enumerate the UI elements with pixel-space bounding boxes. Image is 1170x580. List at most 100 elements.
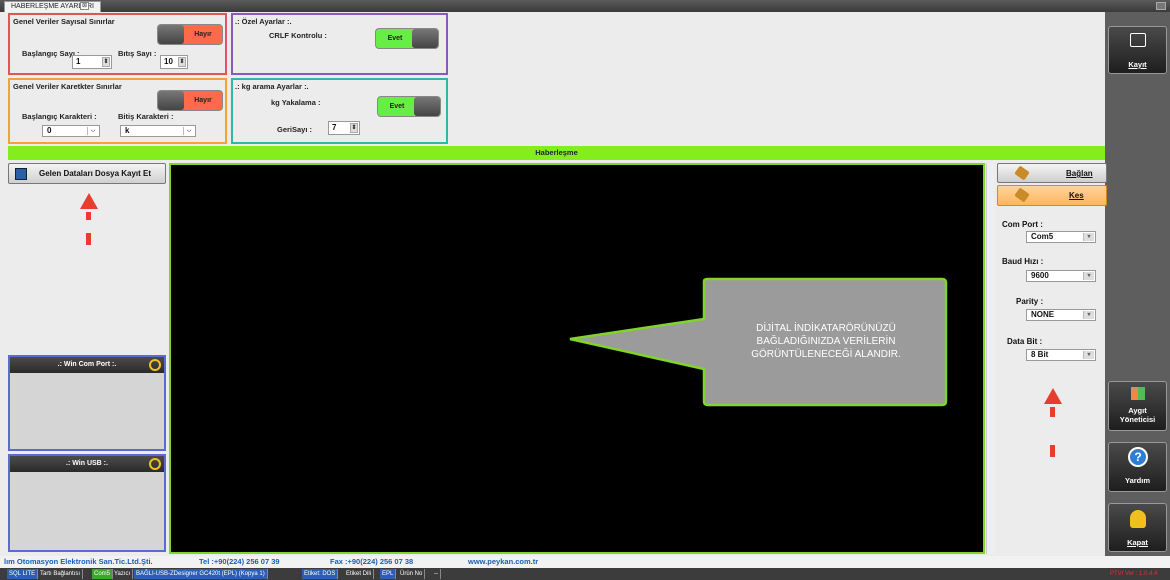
crlf-toggle[interactable]: Evet bbox=[375, 28, 439, 49]
data-bit-value: 8 Bit bbox=[1031, 350, 1049, 359]
start-number-spinner[interactable]: 1 ⇕ bbox=[72, 55, 112, 69]
status-bar: SQL LITE Tartı Bağlantısı Com5 Yazıcı BA… bbox=[0, 568, 1170, 580]
start-char-value: 0 bbox=[47, 126, 52, 135]
chevron-down-icon[interactable]: ⌵ bbox=[183, 127, 194, 135]
status-sql-lite: SQL LITE bbox=[7, 569, 39, 579]
win-usb-title: .: Win USB :. bbox=[10, 456, 164, 472]
communication-header: Haberleşme bbox=[8, 146, 1105, 160]
plug-icon bbox=[1014, 165, 1030, 181]
baud-rate-value: 9600 bbox=[1031, 271, 1049, 280]
data-bit-label: Data Bit : bbox=[1007, 337, 1043, 346]
device-manager-button[interactable]: Aygıt Yöneticisi bbox=[1108, 381, 1167, 431]
toggle-label: Hayır bbox=[194, 31, 212, 38]
connect-label: Bağlan bbox=[1066, 169, 1093, 178]
parity-select[interactable]: NONE ▾ bbox=[1026, 309, 1096, 321]
win-usb-panel: .: Win USB :. bbox=[8, 454, 166, 552]
status-com-port: Com5 bbox=[92, 569, 114, 579]
char-limits-title: Genel Veriler Karetkter Sınırlar bbox=[13, 82, 122, 91]
connect-button[interactable]: Bağlan bbox=[997, 163, 1107, 183]
kg-settings-title: .: kg arama Ayarlar :. bbox=[235, 82, 309, 91]
countdown-label: GeriSayı : bbox=[277, 125, 313, 134]
website-link[interactable]: www.peykan.com.tr bbox=[468, 556, 538, 568]
com-port-label: Com Port : bbox=[1002, 220, 1043, 229]
disconnect-button[interactable]: Kes bbox=[997, 185, 1107, 206]
toggle-label: Hayır bbox=[194, 97, 212, 104]
char-limits-group: Genel Veriler Karetkter Sınırlar Hayır B… bbox=[8, 78, 227, 144]
windows-logo-icon bbox=[1131, 387, 1145, 400]
toggle-knob bbox=[158, 91, 184, 110]
kg-capture-toggle[interactable]: Evet bbox=[377, 96, 441, 117]
close-label: Kapat bbox=[1127, 538, 1148, 547]
title-bar bbox=[0, 0, 1170, 12]
win-usb-label: .: Win USB :. bbox=[66, 460, 108, 467]
start-char-select[interactable]: 0 ⌵ bbox=[42, 125, 100, 137]
spinner-arrows-icon[interactable]: ⇕ bbox=[350, 123, 358, 133]
status-label-dos: Etiket: DOS bbox=[302, 569, 339, 579]
close-button[interactable]: Kapat bbox=[1108, 503, 1167, 552]
parity-label: Parity : bbox=[1016, 297, 1044, 306]
save-icon bbox=[1130, 33, 1146, 47]
spinner-arrows-icon[interactable]: ⇕ bbox=[102, 57, 110, 67]
special-settings-title: .: Özel Ayarlar :. bbox=[235, 17, 292, 26]
numeric-limits-group: Genel Veriler Sayısal Sınırlar Hayır Baş… bbox=[8, 13, 227, 75]
special-settings-group: .: Özel Ayarlar :. CRLF Kontrolu : Evet bbox=[231, 13, 448, 75]
chevron-down-icon[interactable]: ▾ bbox=[1083, 351, 1094, 359]
start-char-label: Başlangıç Karakteri : bbox=[22, 112, 97, 121]
save-incoming-data-label: Gelen Dataları Dosya Kayıt Et bbox=[39, 169, 152, 178]
com-port-value: Com5 bbox=[1031, 232, 1054, 241]
arrow-up-icon bbox=[1044, 388, 1062, 404]
spinner-arrows-icon[interactable]: ⇕ bbox=[178, 57, 186, 67]
status-printer: Yazıcı bbox=[112, 569, 134, 579]
save-sidebar-button[interactable]: Kayıt bbox=[1108, 26, 1167, 74]
baud-rate-label: Baud Hızı : bbox=[1002, 257, 1044, 266]
char-limits-toggle[interactable]: Hayır bbox=[157, 90, 223, 111]
save-sidebar-label: Kayıt bbox=[1128, 60, 1147, 69]
arrow-stem bbox=[86, 212, 91, 220]
com-port-select[interactable]: Com5 ▾ bbox=[1026, 231, 1096, 243]
tab-close-icon[interactable]: ⊠ bbox=[80, 2, 89, 10]
company-name: lım Otomasyon Elektronik San.Tic.Ltd.Şti… bbox=[4, 557, 153, 566]
status-printer-name: BAĞLI-USB-ZDesigner GC420t (EPL) (Kopya … bbox=[134, 569, 268, 579]
numeric-limits-title: Genel Veriler Sayısal Sınırlar bbox=[13, 17, 115, 26]
end-number-value: 10 bbox=[164, 57, 173, 66]
toggle-label: Evet bbox=[389, 103, 405, 110]
refresh-icon[interactable] bbox=[149, 458, 161, 470]
help-button[interactable]: ? Yardım bbox=[1108, 442, 1167, 492]
data-bit-select[interactable]: 8 Bit ▾ bbox=[1026, 349, 1096, 361]
kg-settings-group: .: kg arama Ayarlar :. kg Yakalama : Eve… bbox=[231, 78, 448, 144]
status-product-no: Ürün No bbox=[398, 569, 426, 579]
phone-number: Tel :+90(224) 256 07 39 bbox=[199, 557, 280, 566]
refresh-icon[interactable] bbox=[149, 359, 161, 371]
end-char-select[interactable]: k ⌵ bbox=[120, 125, 196, 137]
toggle-knob bbox=[414, 97, 440, 116]
version-label: PTVI Ver : 1.0.4.4 bbox=[1110, 571, 1158, 577]
status-epl: EPL bbox=[380, 569, 397, 579]
window-menu-icon[interactable] bbox=[1156, 2, 1166, 10]
arrow-up-icon bbox=[80, 193, 98, 209]
save-incoming-data-button[interactable]: Gelen Dataları Dosya Kayıt Et bbox=[8, 163, 166, 184]
start-number-label: Başlangıç Sayı : bbox=[22, 49, 80, 58]
status-label-language: Etiket Dili bbox=[344, 569, 375, 579]
chevron-down-icon[interactable]: ⌵ bbox=[87, 127, 98, 135]
chevron-down-icon[interactable]: ▾ bbox=[1083, 311, 1094, 319]
kg-capture-label: kg Yakalama : bbox=[271, 98, 321, 107]
chevron-down-icon[interactable]: ▾ bbox=[1083, 233, 1094, 241]
countdown-spinner[interactable]: 7 ⇕ bbox=[328, 121, 360, 135]
end-char-value: k bbox=[125, 126, 130, 135]
chevron-down-icon[interactable]: ▾ bbox=[1083, 272, 1094, 280]
numeric-limits-toggle[interactable]: Hayır bbox=[157, 24, 223, 45]
win-com-port-label: .: Win Com Port :. bbox=[57, 361, 117, 368]
end-number-spinner[interactable]: 10 ⇕ bbox=[160, 55, 188, 69]
help-icon: ? bbox=[1128, 447, 1148, 467]
display-scrollbar[interactable] bbox=[986, 163, 994, 554]
device-manager-label-2: Yöneticisi bbox=[1119, 415, 1156, 424]
toggle-knob bbox=[412, 29, 438, 48]
status-scale-connection: Tartı Bağlantısı bbox=[38, 569, 84, 579]
unplug-icon bbox=[1014, 187, 1030, 203]
toggle-knob bbox=[158, 25, 184, 44]
arrow-stem bbox=[86, 233, 91, 245]
baud-rate-select[interactable]: 9600 ▾ bbox=[1026, 270, 1096, 282]
countdown-value: 7 bbox=[332, 123, 337, 132]
fax-number: Fax :+90(224) 256 07 38 bbox=[330, 557, 414, 566]
end-char-label: Bitiş Karakteri : bbox=[118, 112, 174, 121]
